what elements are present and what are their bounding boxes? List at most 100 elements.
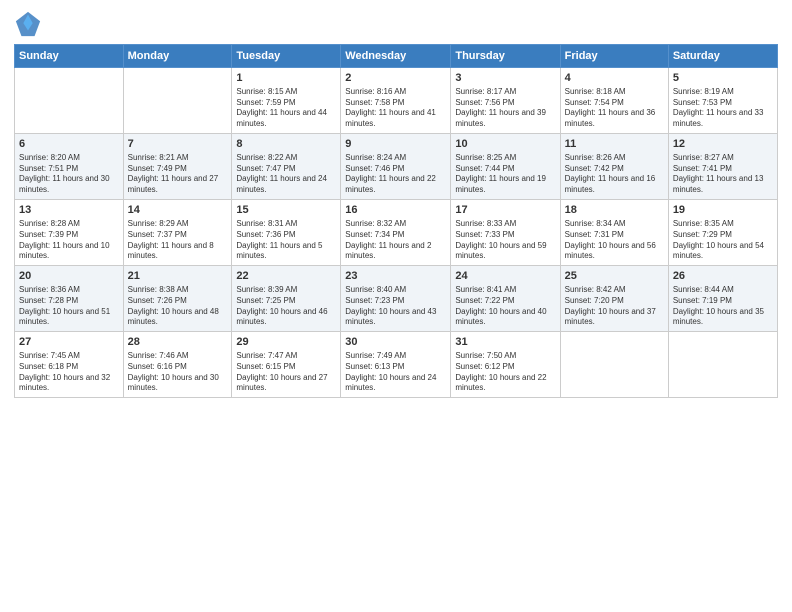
calendar-cell: 7Sunrise: 8:21 AM Sunset: 7:49 PM Daylig…	[123, 134, 232, 200]
calendar-cell: 14Sunrise: 8:29 AM Sunset: 7:37 PM Dayli…	[123, 200, 232, 266]
calendar-cell: 8Sunrise: 8:22 AM Sunset: 7:47 PM Daylig…	[232, 134, 341, 200]
weekday-header-row: SundayMondayTuesdayWednesdayThursdayFrid…	[15, 45, 778, 68]
day-number: 27	[19, 335, 119, 350]
day-number: 19	[673, 203, 773, 218]
day-info: Sunrise: 8:35 AM Sunset: 7:29 PM Dayligh…	[673, 219, 773, 262]
day-info: Sunrise: 8:42 AM Sunset: 7:20 PM Dayligh…	[565, 285, 664, 328]
calendar-table: SundayMondayTuesdayWednesdayThursdayFrid…	[14, 44, 778, 398]
calendar-cell: 3Sunrise: 8:17 AM Sunset: 7:56 PM Daylig…	[451, 68, 560, 134]
day-number: 8	[236, 137, 336, 152]
calendar-cell	[560, 332, 668, 398]
day-info: Sunrise: 8:38 AM Sunset: 7:26 PM Dayligh…	[128, 285, 228, 328]
calendar-cell	[668, 332, 777, 398]
calendar-cell: 9Sunrise: 8:24 AM Sunset: 7:46 PM Daylig…	[341, 134, 451, 200]
day-info: Sunrise: 8:27 AM Sunset: 7:41 PM Dayligh…	[673, 153, 773, 196]
day-info: Sunrise: 7:47 AM Sunset: 6:15 PM Dayligh…	[236, 351, 336, 394]
day-info: Sunrise: 7:49 AM Sunset: 6:13 PM Dayligh…	[345, 351, 446, 394]
calendar-cell: 30Sunrise: 7:49 AM Sunset: 6:13 PM Dayli…	[341, 332, 451, 398]
day-info: Sunrise: 8:40 AM Sunset: 7:23 PM Dayligh…	[345, 285, 446, 328]
day-info: Sunrise: 7:45 AM Sunset: 6:18 PM Dayligh…	[19, 351, 119, 394]
day-number: 7	[128, 137, 228, 152]
calendar-cell: 22Sunrise: 8:39 AM Sunset: 7:25 PM Dayli…	[232, 266, 341, 332]
logo	[14, 10, 46, 38]
day-number: 16	[345, 203, 446, 218]
calendar-cell	[123, 68, 232, 134]
calendar-cell: 26Sunrise: 8:44 AM Sunset: 7:19 PM Dayli…	[668, 266, 777, 332]
day-info: Sunrise: 8:31 AM Sunset: 7:36 PM Dayligh…	[236, 219, 336, 262]
calendar-cell: 19Sunrise: 8:35 AM Sunset: 7:29 PM Dayli…	[668, 200, 777, 266]
weekday-header-thursday: Thursday	[451, 45, 560, 68]
day-info: Sunrise: 8:15 AM Sunset: 7:59 PM Dayligh…	[236, 87, 336, 130]
day-number: 17	[455, 203, 555, 218]
day-number: 1	[236, 71, 336, 86]
day-info: Sunrise: 8:16 AM Sunset: 7:58 PM Dayligh…	[345, 87, 446, 130]
day-number: 30	[345, 335, 446, 350]
day-number: 6	[19, 137, 119, 152]
day-number: 29	[236, 335, 336, 350]
day-info: Sunrise: 8:20 AM Sunset: 7:51 PM Dayligh…	[19, 153, 119, 196]
day-number: 31	[455, 335, 555, 350]
calendar-cell: 21Sunrise: 8:38 AM Sunset: 7:26 PM Dayli…	[123, 266, 232, 332]
weekday-header-friday: Friday	[560, 45, 668, 68]
day-info: Sunrise: 8:26 AM Sunset: 7:42 PM Dayligh…	[565, 153, 664, 196]
day-info: Sunrise: 8:44 AM Sunset: 7:19 PM Dayligh…	[673, 285, 773, 328]
calendar-cell: 5Sunrise: 8:19 AM Sunset: 7:53 PM Daylig…	[668, 68, 777, 134]
day-number: 25	[565, 269, 664, 284]
day-info: Sunrise: 8:25 AM Sunset: 7:44 PM Dayligh…	[455, 153, 555, 196]
calendar-cell: 23Sunrise: 8:40 AM Sunset: 7:23 PM Dayli…	[341, 266, 451, 332]
week-row-1: 1Sunrise: 8:15 AM Sunset: 7:59 PM Daylig…	[15, 68, 778, 134]
weekday-header-sunday: Sunday	[15, 45, 124, 68]
day-number: 24	[455, 269, 555, 284]
calendar-cell: 10Sunrise: 8:25 AM Sunset: 7:44 PM Dayli…	[451, 134, 560, 200]
day-number: 13	[19, 203, 119, 218]
calendar-cell: 25Sunrise: 8:42 AM Sunset: 7:20 PM Dayli…	[560, 266, 668, 332]
day-number: 28	[128, 335, 228, 350]
page: SundayMondayTuesdayWednesdayThursdayFrid…	[0, 0, 792, 612]
calendar-cell	[15, 68, 124, 134]
day-number: 2	[345, 71, 446, 86]
day-info: Sunrise: 8:17 AM Sunset: 7:56 PM Dayligh…	[455, 87, 555, 130]
day-info: Sunrise: 8:22 AM Sunset: 7:47 PM Dayligh…	[236, 153, 336, 196]
calendar-cell: 12Sunrise: 8:27 AM Sunset: 7:41 PM Dayli…	[668, 134, 777, 200]
day-info: Sunrise: 8:24 AM Sunset: 7:46 PM Dayligh…	[345, 153, 446, 196]
logo-icon	[14, 10, 42, 38]
day-number: 20	[19, 269, 119, 284]
header	[14, 10, 778, 38]
calendar-cell: 15Sunrise: 8:31 AM Sunset: 7:36 PM Dayli…	[232, 200, 341, 266]
day-info: Sunrise: 8:19 AM Sunset: 7:53 PM Dayligh…	[673, 87, 773, 130]
day-number: 5	[673, 71, 773, 86]
weekday-header-saturday: Saturday	[668, 45, 777, 68]
day-number: 18	[565, 203, 664, 218]
calendar-cell: 28Sunrise: 7:46 AM Sunset: 6:16 PM Dayli…	[123, 332, 232, 398]
weekday-header-wednesday: Wednesday	[341, 45, 451, 68]
day-number: 15	[236, 203, 336, 218]
day-number: 4	[565, 71, 664, 86]
calendar-cell: 13Sunrise: 8:28 AM Sunset: 7:39 PM Dayli…	[15, 200, 124, 266]
day-info: Sunrise: 8:41 AM Sunset: 7:22 PM Dayligh…	[455, 285, 555, 328]
calendar-cell: 31Sunrise: 7:50 AM Sunset: 6:12 PM Dayli…	[451, 332, 560, 398]
day-number: 26	[673, 269, 773, 284]
day-number: 10	[455, 137, 555, 152]
calendar-cell: 1Sunrise: 8:15 AM Sunset: 7:59 PM Daylig…	[232, 68, 341, 134]
day-info: Sunrise: 8:21 AM Sunset: 7:49 PM Dayligh…	[128, 153, 228, 196]
calendar-cell: 20Sunrise: 8:36 AM Sunset: 7:28 PM Dayli…	[15, 266, 124, 332]
week-row-5: 27Sunrise: 7:45 AM Sunset: 6:18 PM Dayli…	[15, 332, 778, 398]
day-number: 21	[128, 269, 228, 284]
weekday-header-monday: Monday	[123, 45, 232, 68]
calendar-cell: 27Sunrise: 7:45 AM Sunset: 6:18 PM Dayli…	[15, 332, 124, 398]
calendar-cell: 4Sunrise: 8:18 AM Sunset: 7:54 PM Daylig…	[560, 68, 668, 134]
day-info: Sunrise: 8:28 AM Sunset: 7:39 PM Dayligh…	[19, 219, 119, 262]
week-row-4: 20Sunrise: 8:36 AM Sunset: 7:28 PM Dayli…	[15, 266, 778, 332]
day-info: Sunrise: 7:46 AM Sunset: 6:16 PM Dayligh…	[128, 351, 228, 394]
day-info: Sunrise: 8:39 AM Sunset: 7:25 PM Dayligh…	[236, 285, 336, 328]
calendar-cell: 6Sunrise: 8:20 AM Sunset: 7:51 PM Daylig…	[15, 134, 124, 200]
calendar-cell: 2Sunrise: 8:16 AM Sunset: 7:58 PM Daylig…	[341, 68, 451, 134]
weekday-header-tuesday: Tuesday	[232, 45, 341, 68]
calendar-cell: 29Sunrise: 7:47 AM Sunset: 6:15 PM Dayli…	[232, 332, 341, 398]
calendar-cell: 24Sunrise: 8:41 AM Sunset: 7:22 PM Dayli…	[451, 266, 560, 332]
calendar-cell: 16Sunrise: 8:32 AM Sunset: 7:34 PM Dayli…	[341, 200, 451, 266]
week-row-3: 13Sunrise: 8:28 AM Sunset: 7:39 PM Dayli…	[15, 200, 778, 266]
day-number: 14	[128, 203, 228, 218]
day-number: 12	[673, 137, 773, 152]
day-info: Sunrise: 8:32 AM Sunset: 7:34 PM Dayligh…	[345, 219, 446, 262]
